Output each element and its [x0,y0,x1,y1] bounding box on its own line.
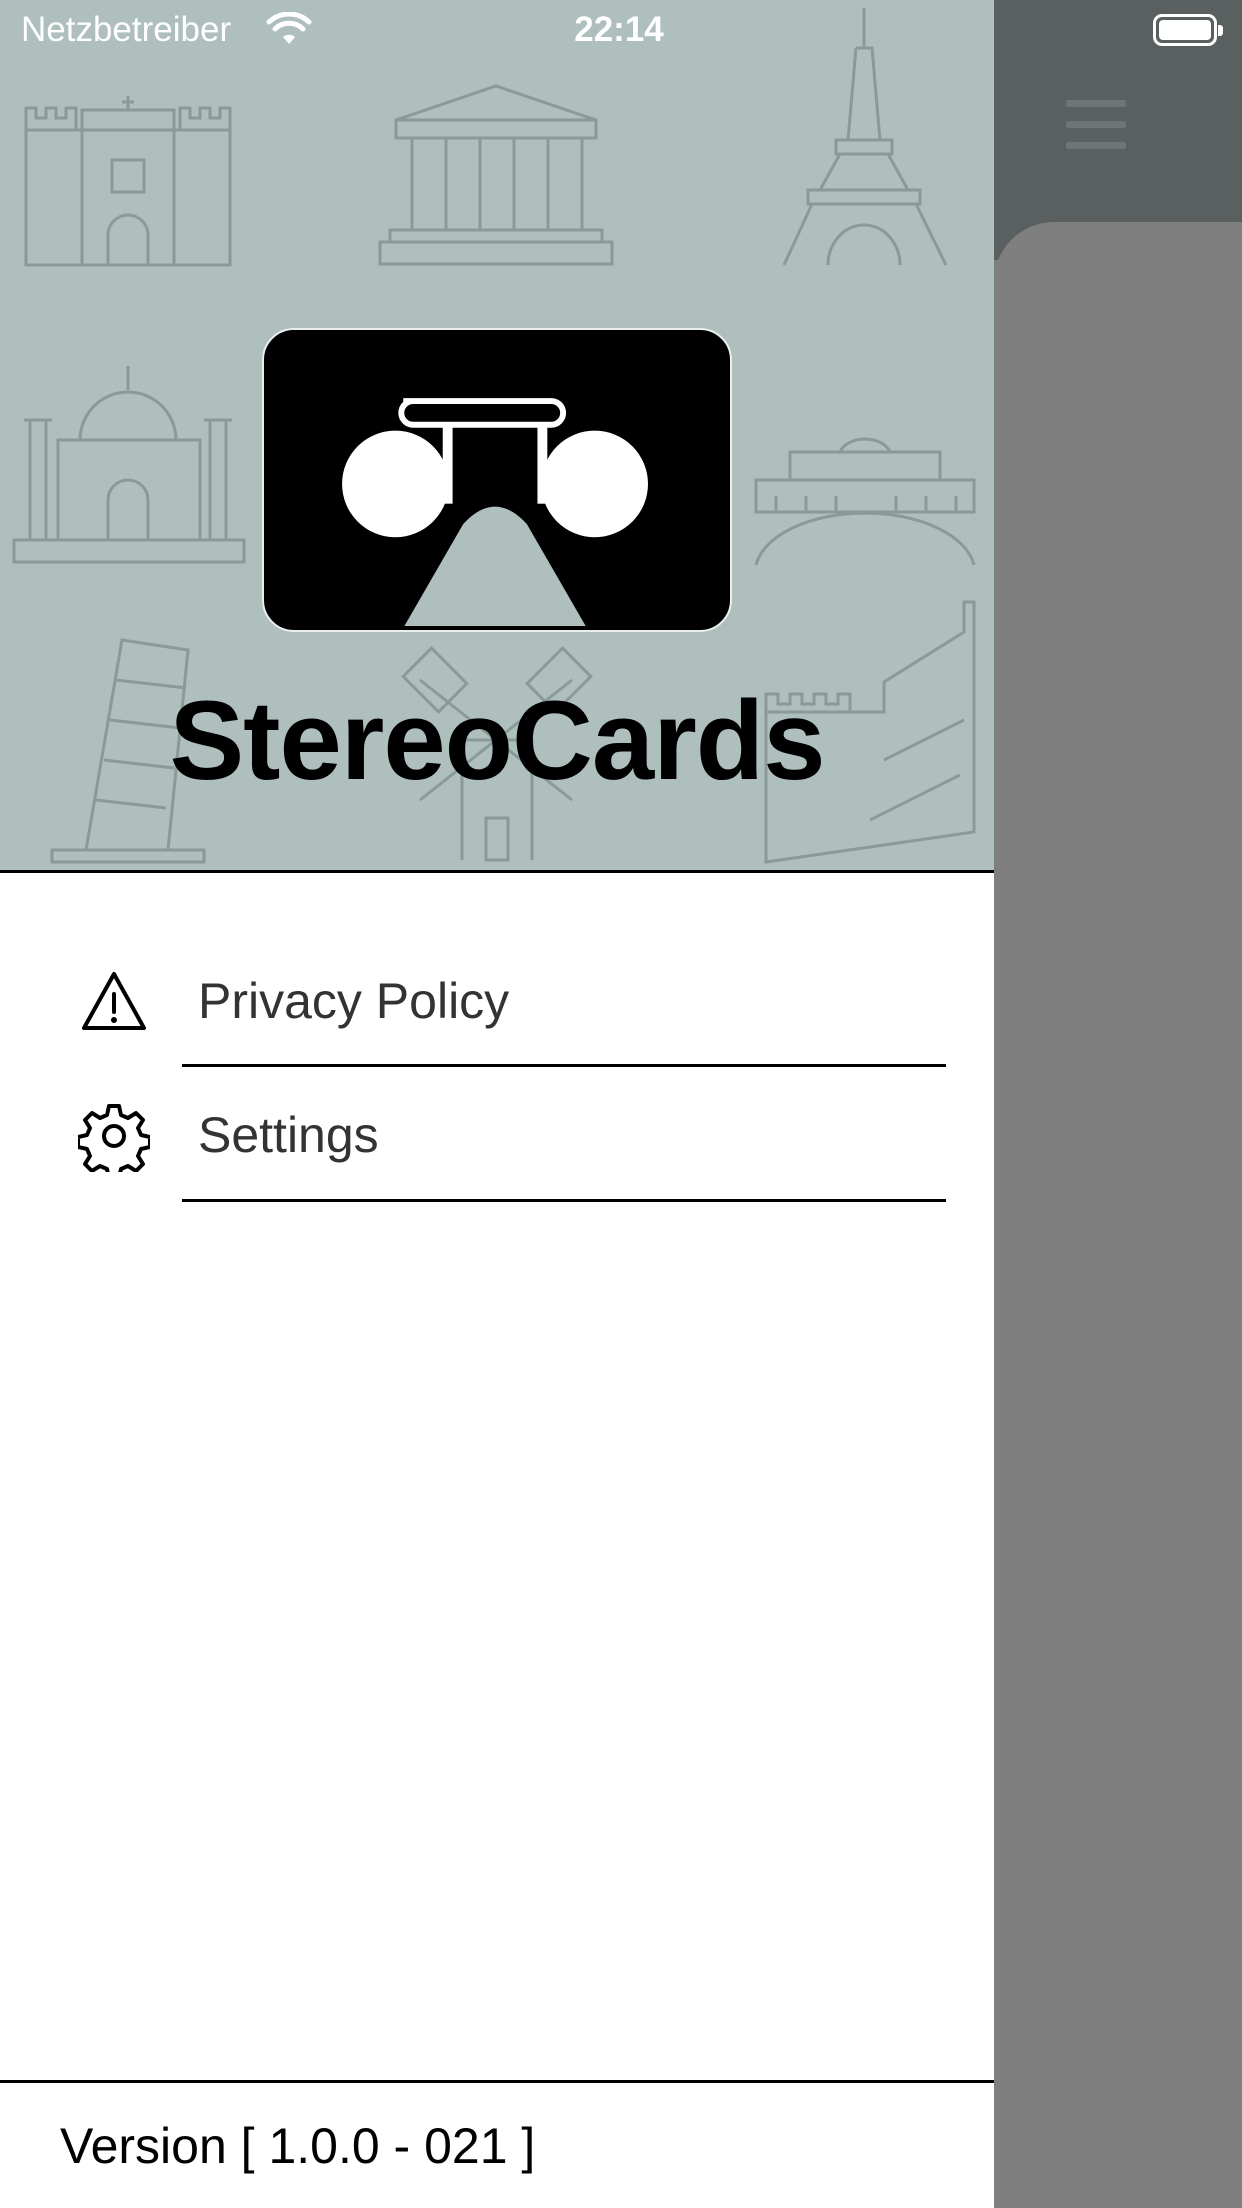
gear-icon [78,1104,150,1172]
menu-item-label: Settings [198,1107,379,1163]
menu-item-privacy-policy[interactable]: Privacy Policy [0,936,994,1068]
temple-icon [378,84,614,266]
time-text: 22:14 [574,10,664,49]
app-logo [262,328,732,632]
castle-icon [24,96,232,267]
vr-headset-icon [265,330,725,627]
warning-triangle-icon [82,972,146,1030]
menu-divider [182,1064,946,1067]
main-content-card [994,222,1242,2208]
status-bar: Netzbetreiber 22:14 [0,0,1242,62]
drawer-header: StereoCards [0,0,994,873]
version-label: Version [ 1.0.0 - 021 ] [60,2118,536,2174]
battery-icon [1153,14,1223,46]
rialto-bridge-icon [754,437,976,566]
navigation-drawer: StereoCards Privacy Policy Settings Vers… [0,0,994,2208]
menu-item-settings[interactable]: Settings [0,1072,994,1204]
hamburger-menu-icon[interactable] [1066,100,1126,150]
menu-divider [182,1199,946,1202]
main-content-dimmed[interactable] [994,0,1242,2208]
status-time: 22:14 [0,10,1242,50]
menu-item-label: Privacy Policy [198,973,510,1029]
taj-mahal-icon [12,366,246,564]
app-title: StereoCards [169,678,825,803]
footer-divider [0,2080,994,2083]
